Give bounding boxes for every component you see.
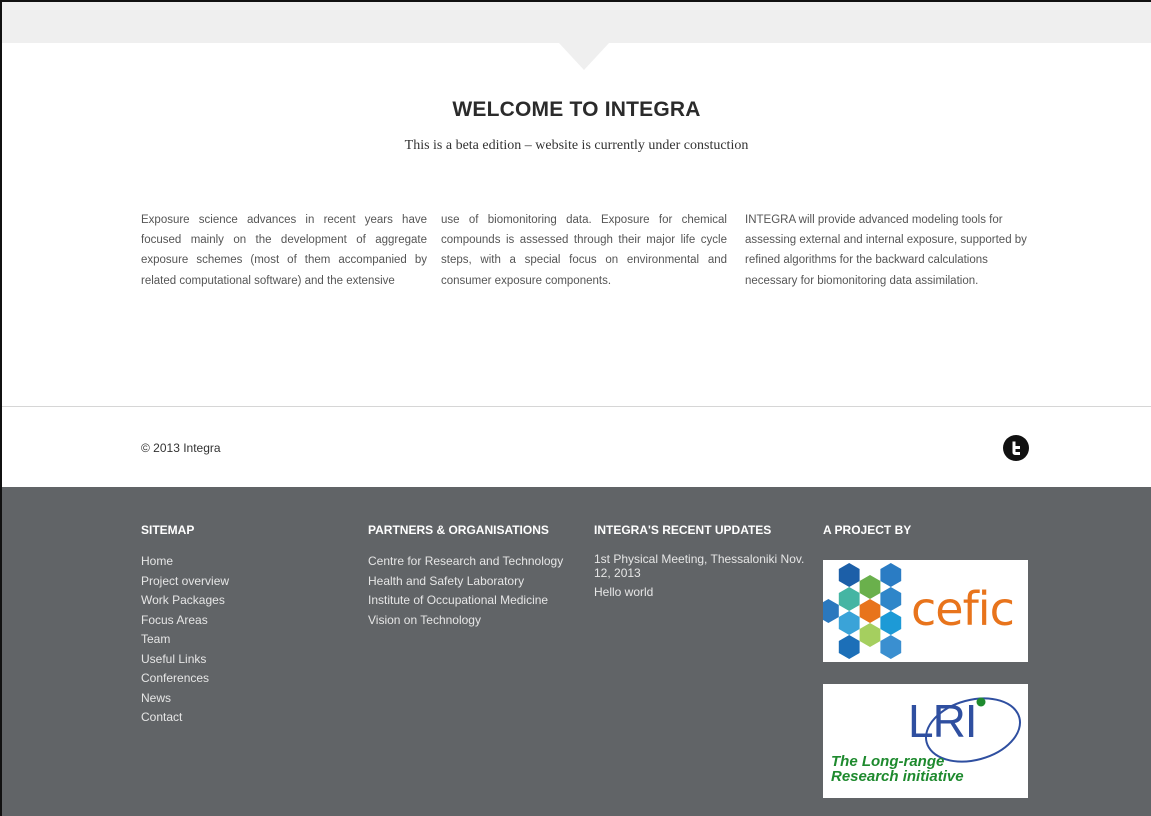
update-link[interactable]: Hello world [594, 585, 819, 599]
lri-tagline: The Long-range Research initiative [831, 753, 964, 785]
sitemap-link-useful-links[interactable]: Useful Links [141, 650, 229, 670]
page-title: WELCOME TO INTEGRA [452, 98, 701, 121]
intro-column-1: Exposure science advances in recent year… [141, 214, 427, 287]
page-frame: WELCOME TO INTEGRA This is a beta editio… [0, 0, 1151, 816]
page-subtitle: This is a beta edition – website is curr… [404, 138, 749, 153]
notch-arrow [559, 43, 609, 70]
sitemap-column: SITEMAP Home Project overview Work Packa… [141, 523, 229, 728]
section-divider [2, 406, 1151, 407]
cefic-wordmark: cefic [911, 582, 1015, 636]
cefic-hexagon-icon [823, 563, 902, 659]
updates-column: INTEGRA'S RECENT UPDATES 1st Physical Me… [594, 523, 819, 604]
sitemap-link-contact[interactable]: Contact [141, 708, 229, 728]
partner-link[interactable]: Institute of Occupational Medicine [368, 591, 563, 611]
project-heading: A PROJECT BY [823, 523, 912, 537]
lri-wordmark: LRI [908, 695, 978, 747]
partner-link[interactable]: Health and Safety Laboratory [368, 572, 563, 592]
cefic-logo[interactable]: cefic [823, 560, 1028, 662]
sitemap-link-news[interactable]: News [141, 689, 229, 709]
sitemap-link-work-packages[interactable]: Work Packages [141, 591, 229, 611]
lri-logo[interactable]: LRI The Long-range Research initiative [823, 684, 1028, 798]
updates-heading: INTEGRA'S RECENT UPDATES [594, 523, 772, 537]
partner-link[interactable]: Vision on Technology [368, 611, 563, 631]
footer: SITEMAP Home Project overview Work Packa… [2, 487, 1151, 816]
partners-heading: PARTNERS & ORGANISATIONS [368, 523, 549, 537]
sitemap-heading: SITEMAP [141, 523, 195, 537]
intro-column-3: INTEGRA will provide advanced modeling t… [745, 214, 1027, 287]
sitemap-link-home[interactable]: Home [141, 552, 229, 572]
updates-list: 1st Physical Meeting, Thessaloniki Nov. … [594, 552, 819, 599]
partners-list: Centre for Research and Technology Healt… [368, 552, 563, 630]
twitter-icon[interactable] [1003, 435, 1029, 461]
sitemap-link-focus-areas[interactable]: Focus Areas [141, 611, 229, 631]
partner-link[interactable]: Centre for Research and Technology [368, 552, 563, 572]
project-column: A PROJECT BY [823, 523, 911, 552]
update-link[interactable]: 1st Physical Meeting, Thessaloniki Nov. … [594, 552, 819, 580]
intro-column-2: use of biomonitoring data. Exposure for … [441, 214, 727, 287]
sitemap-list: Home Project overview Work Packages Focu… [141, 552, 229, 728]
partners-column: PARTNERS & ORGANISATIONS Centre for Rese… [368, 523, 563, 630]
top-band [2, 2, 1151, 43]
sitemap-link-project-overview[interactable]: Project overview [141, 572, 229, 592]
copyright: © 2013 Integra [141, 441, 221, 455]
sitemap-link-conferences[interactable]: Conferences [141, 669, 229, 689]
sitemap-link-team[interactable]: Team [141, 630, 229, 650]
